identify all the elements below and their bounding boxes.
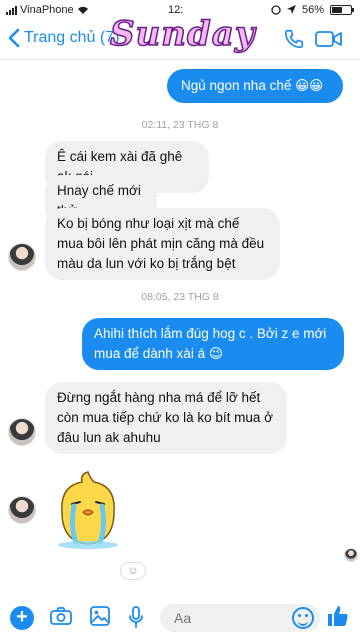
video-call-icon[interactable] bbox=[315, 30, 343, 48]
phone-icon[interactable] bbox=[283, 28, 305, 50]
message-composer[interactable] bbox=[160, 604, 320, 632]
carrier-name: VinaPhone bbox=[20, 4, 74, 16]
smiley-plus-icon: ☺ bbox=[127, 565, 139, 577]
contact-avatar[interactable] bbox=[8, 418, 36, 446]
back-button[interactable]: Trang chủ (7) bbox=[8, 28, 119, 48]
signal-icon bbox=[6, 5, 17, 15]
camera-icon[interactable] bbox=[50, 606, 72, 626]
contact-avatar[interactable] bbox=[8, 243, 36, 271]
back-label: Trang chủ (7) bbox=[24, 29, 120, 46]
image-icon[interactable] bbox=[90, 606, 110, 626]
chevron-left-icon bbox=[8, 28, 20, 48]
outgoing-message[interactable]: Ahihi thích lắm đúg hog c . Bởi z e mới … bbox=[82, 318, 344, 370]
timestamp: 08:05, 23 THG 8 bbox=[141, 291, 219, 303]
like-icon[interactable] bbox=[326, 604, 350, 628]
outgoing-message[interactable]: Ngủ ngon nha chế 😀😀 bbox=[167, 69, 343, 103]
emoji-icon[interactable] bbox=[292, 607, 314, 629]
seen-avatar bbox=[344, 548, 358, 562]
add-reaction-button[interactable]: ☺ bbox=[120, 562, 146, 580]
status-right: 56% bbox=[271, 4, 354, 16]
location-icon bbox=[286, 5, 296, 14]
plus-button[interactable]: + bbox=[10, 606, 34, 630]
microphone-icon[interactable] bbox=[128, 606, 144, 628]
contact-avatar[interactable] bbox=[8, 496, 36, 524]
battery-percent: 56% bbox=[301, 4, 324, 16]
chat-header: Trang chủ (7) Sunday bbox=[0, 13, 360, 60]
incoming-message[interactable]: Đừng ngắt hàng nha má để lỡ hết còn mua … bbox=[45, 382, 287, 454]
composer-bar: + bbox=[0, 596, 360, 640]
timestamp: 02:11, 23 THG 8 bbox=[141, 119, 219, 131]
alarm-icon bbox=[271, 5, 281, 15]
incoming-message[interactable]: Ko bị bóng như loại xịt mà chế mua bôi l… bbox=[45, 208, 280, 280]
message-input[interactable] bbox=[174, 610, 284, 626]
battery-icon bbox=[330, 5, 354, 15]
carrier-info: VinaPhone bbox=[6, 4, 89, 16]
wifi-icon bbox=[77, 6, 88, 14]
crying-chick-sticker[interactable] bbox=[52, 468, 124, 550]
sunday-sticker: Sunday bbox=[109, 13, 256, 55]
